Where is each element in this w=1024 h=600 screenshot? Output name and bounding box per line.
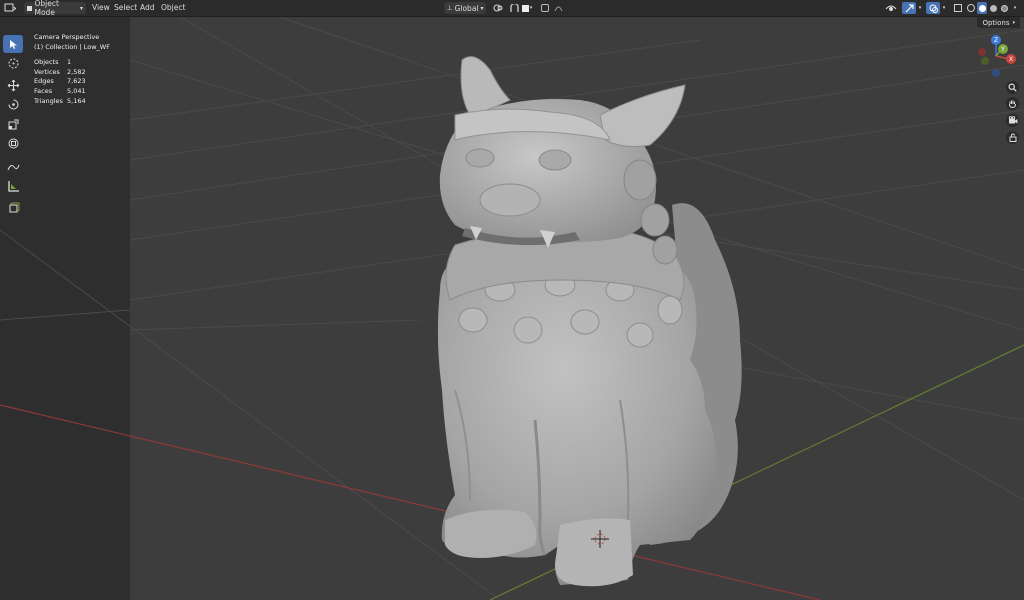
chevron-down-icon: ▾ xyxy=(1012,19,1015,26)
stat-row: Objects 1 xyxy=(34,58,110,68)
stat-value: 7,623 xyxy=(67,77,86,86)
transform-orientation-dropdown[interactable]: ⊥ Global ▾ xyxy=(444,2,486,14)
shading-rendered-icon[interactable] xyxy=(999,2,1009,14)
add-cube-tool-icon[interactable] xyxy=(3,198,23,216)
stat-value: 5,164 xyxy=(67,96,86,105)
proportional-edit-icon[interactable] xyxy=(540,2,550,14)
shading-solid-icon[interactable] xyxy=(977,2,987,14)
stat-row: Vertices 2,582 xyxy=(34,68,110,78)
move-tool-icon[interactable] xyxy=(3,76,23,94)
menu-select[interactable]: Select xyxy=(114,3,137,12)
options-label: Options xyxy=(982,18,1010,27)
x-label: X xyxy=(1009,56,1013,63)
options-button[interactable]: Options ▾ xyxy=(977,17,1020,28)
cursor-tool-icon[interactable] xyxy=(3,54,23,72)
stat-label: Faces xyxy=(34,86,53,95)
menu-add[interactable]: Add xyxy=(140,3,155,12)
stat-label: Edges xyxy=(34,77,54,86)
stat-label: Vertices xyxy=(34,67,60,76)
menu-view[interactable]: View xyxy=(92,3,110,12)
stat-value: 5,041 xyxy=(67,86,86,95)
shading-wireframe-icon[interactable] xyxy=(966,2,976,14)
scale-tool-icon[interactable] xyxy=(3,115,23,133)
annotate-tool-icon[interactable] xyxy=(3,157,23,175)
menu-object[interactable]: Object xyxy=(161,3,185,12)
collection-name: (1) Collection | Low_WF xyxy=(34,42,110,51)
measure-tool-icon[interactable] xyxy=(3,177,23,195)
show-gizmo-icon[interactable] xyxy=(902,2,916,14)
chevron-down-icon: ▾ xyxy=(79,4,83,12)
object-mode-icon xyxy=(27,5,32,11)
chevron-down-icon: ▾ xyxy=(480,4,484,12)
lock-view-icon[interactable] xyxy=(1006,131,1019,144)
pivot-point-icon[interactable] xyxy=(489,2,507,14)
stat-row: Edges 7,623 xyxy=(34,77,110,87)
rotate-tool-icon[interactable] xyxy=(3,95,23,113)
show-overlays-icon[interactable] xyxy=(926,2,940,14)
stat-value: 1 xyxy=(67,58,72,67)
orientation-icon: ⊥ xyxy=(446,4,453,12)
y-label: Y xyxy=(1000,46,1005,53)
stat-value: 2,582 xyxy=(67,67,86,76)
proportional-falloff-icon[interactable] xyxy=(552,2,564,14)
zoom-icon[interactable] xyxy=(1006,81,1019,94)
pan-hand-icon[interactable] xyxy=(1006,97,1019,110)
shading-material-icon[interactable] xyxy=(988,2,998,14)
chevron-down-icon[interactable]: ▾ xyxy=(1010,2,1020,14)
camera-view-icon[interactable] xyxy=(1006,114,1019,127)
stat-label: Triangles xyxy=(34,96,63,105)
visibility-selectability-icon[interactable] xyxy=(882,2,900,14)
stat-label: Objects xyxy=(34,58,59,67)
3d-viewport[interactable]: Z X Y xyxy=(0,17,1024,600)
mode-label: Object Mode xyxy=(34,0,59,17)
chevron-down-icon[interactable]: ▾ xyxy=(916,2,924,14)
transform-tool-icon[interactable] xyxy=(3,134,23,152)
orientation-label: Global xyxy=(454,3,479,13)
snap-icon[interactable] xyxy=(508,2,520,14)
chevron-down-icon: ▾ xyxy=(529,5,533,11)
select-box-tool-icon[interactable] xyxy=(3,35,23,53)
editor-type-icon[interactable] xyxy=(2,2,18,14)
snap-target-icon[interactable]: ▾ xyxy=(520,2,534,14)
stat-row: Triangles 5,164 xyxy=(34,97,110,107)
mode-dropdown[interactable]: Object Mode ▾ xyxy=(24,0,86,17)
viewport-header: Object Mode ▾ View Select Add Object ⊥ G… xyxy=(0,0,1024,17)
z-label: Z xyxy=(994,37,998,44)
view-name: Camera Perspective xyxy=(34,33,100,41)
xray-toggle-icon[interactable] xyxy=(952,2,964,14)
shisa-lion-model[interactable] xyxy=(437,56,742,587)
viewport-stats-overlay: Camera Perspective (1) Collection | Low_… xyxy=(34,33,110,106)
chevron-down-icon[interactable]: ▾ xyxy=(940,2,948,14)
stat-row: Faces 5,041 xyxy=(34,87,110,97)
